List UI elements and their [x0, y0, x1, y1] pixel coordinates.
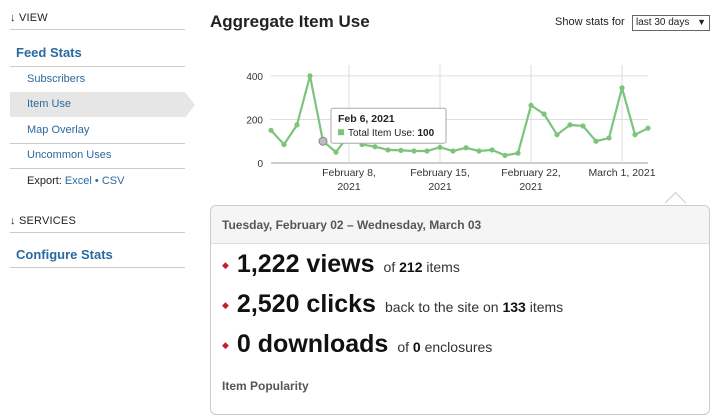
active-arrow [185, 92, 195, 118]
bullet-icon: ◆ [222, 340, 229, 350]
data-point[interactable] [333, 149, 339, 155]
view-section-label: ↓ VIEW [10, 12, 48, 24]
data-point[interactable] [268, 127, 274, 133]
services-section-label: ↓ SERVICES [10, 215, 76, 227]
bullet-icon: ◆ [222, 300, 229, 310]
tooltip-date: Feb 6, 2021 [338, 113, 395, 125]
data-point[interactable] [372, 144, 378, 150]
clicks-stat: ◆ 2,520 clicks back to the site on 133 i… [222, 290, 563, 319]
views-count: 1,222 views [236, 250, 375, 278]
export-csv-link[interactable]: CSV [102, 175, 125, 187]
data-point[interactable] [307, 73, 313, 79]
data-point[interactable] [281, 141, 287, 148]
summary-panel: Tuesday, February 02 – Wednesday, March … [210, 205, 710, 415]
data-point[interactable] [567, 122, 573, 128]
export-excel-link[interactable]: Excel [65, 175, 92, 187]
export-label: Export: [27, 175, 62, 187]
downloads-of: of [397, 339, 410, 355]
export-row: Export: Excel • CSV [27, 175, 124, 187]
data-point[interactable] [437, 144, 443, 150]
tooltip-series-label: Total Item Use: 100 [348, 128, 435, 139]
sidebar-item-subscribers[interactable]: Subscribers [10, 67, 185, 92]
x-tick-label: February 22, [501, 167, 561, 179]
clicks-text: back to the site on [384, 299, 499, 315]
downloads-stat: ◆ 0 downloads of 0 enclosures [222, 330, 492, 359]
data-point[interactable] [398, 147, 404, 153]
data-point[interactable] [489, 147, 495, 153]
data-point[interactable] [450, 148, 456, 154]
data-point[interactable] [541, 111, 547, 117]
data-point[interactable] [554, 132, 560, 138]
divider [10, 29, 185, 30]
views-stat: ◆ 1,222 views of 212 items [222, 250, 460, 279]
clicks-items-count: 133 [502, 299, 526, 315]
period-select[interactable]: last 30 days ▼ [632, 15, 710, 31]
data-point[interactable] [476, 148, 482, 154]
x-tick-label: 2021 [337, 181, 361, 193]
views-of: of [383, 259, 396, 275]
clicks-count: 2,520 clicks [236, 290, 376, 318]
x-tick-label: March 1, 2021 [588, 167, 655, 179]
x-tick-label: February 8, [322, 167, 376, 179]
y-tick-label: 0 [257, 159, 263, 170]
chart-tooltip: Feb 6, 2021 Total Item Use: 100 [330, 107, 447, 144]
period-select-value: last 30 days [636, 17, 690, 28]
data-point[interactable] [528, 102, 534, 108]
x-tick-label: 2021 [428, 181, 452, 193]
tooltip-swatch [338, 129, 344, 136]
data-point[interactable] [606, 135, 612, 141]
page-title: Aggregate Item Use [210, 12, 370, 31]
chevron-down-icon: ▼ [697, 17, 706, 27]
sidebar: ↓ VIEW Feed Stats Subscribers Item Use M… [0, 0, 195, 407]
enclosures-word: enclosures [424, 339, 493, 355]
data-point[interactable] [294, 122, 300, 128]
sidebar-item-uncommon-uses[interactable]: Uncommon Uses [10, 143, 185, 168]
data-point[interactable] [411, 148, 417, 154]
divider [10, 168, 185, 169]
views-items-word: items [426, 259, 460, 275]
item-use-chart[interactable]: 0 200 400 February 8, 2021 February 15, 2021 Fe… [235, 60, 665, 195]
date-range: Tuesday, February 02 – Wednesday, March … [211, 206, 709, 244]
downloads-count: 0 downloads [236, 330, 389, 358]
bullet-icon: ◆ [222, 260, 229, 270]
data-point[interactable] [424, 148, 430, 154]
data-point[interactable] [645, 125, 651, 131]
y-tick-label: 400 [246, 72, 263, 83]
item-popularity-title: Item Popularity [222, 379, 309, 393]
data-point[interactable] [502, 152, 508, 158]
data-point[interactable] [632, 132, 638, 138]
clicks-items-word: items [529, 299, 564, 315]
x-tick-label: 2021 [519, 181, 543, 193]
export-separator: • [94, 175, 99, 187]
data-point[interactable] [463, 145, 469, 151]
x-tick-label: February 15, [410, 167, 470, 179]
data-point[interactable] [515, 150, 521, 156]
feed-stats-link[interactable]: Feed Stats [16, 45, 82, 60]
configure-stats-link[interactable]: Configure Stats [16, 247, 113, 262]
divider [10, 267, 185, 268]
enclosures-count: 0 [412, 339, 421, 355]
stats-for-label: Show stats for [555, 16, 625, 28]
data-point[interactable] [580, 123, 586, 129]
sidebar-item-map-overlay[interactable]: Map Overlay [10, 118, 185, 143]
divider [10, 232, 185, 233]
sidebar-item-item-use[interactable]: Item Use [10, 92, 185, 117]
data-point[interactable] [318, 136, 328, 146]
views-items-count: 212 [399, 259, 423, 275]
series-line [270, 74, 649, 157]
tooltip-value: 100 [417, 128, 434, 139]
data-point[interactable] [619, 85, 625, 91]
y-tick-label: 200 [246, 115, 263, 126]
data-point[interactable] [593, 138, 599, 144]
data-point[interactable] [385, 147, 391, 153]
